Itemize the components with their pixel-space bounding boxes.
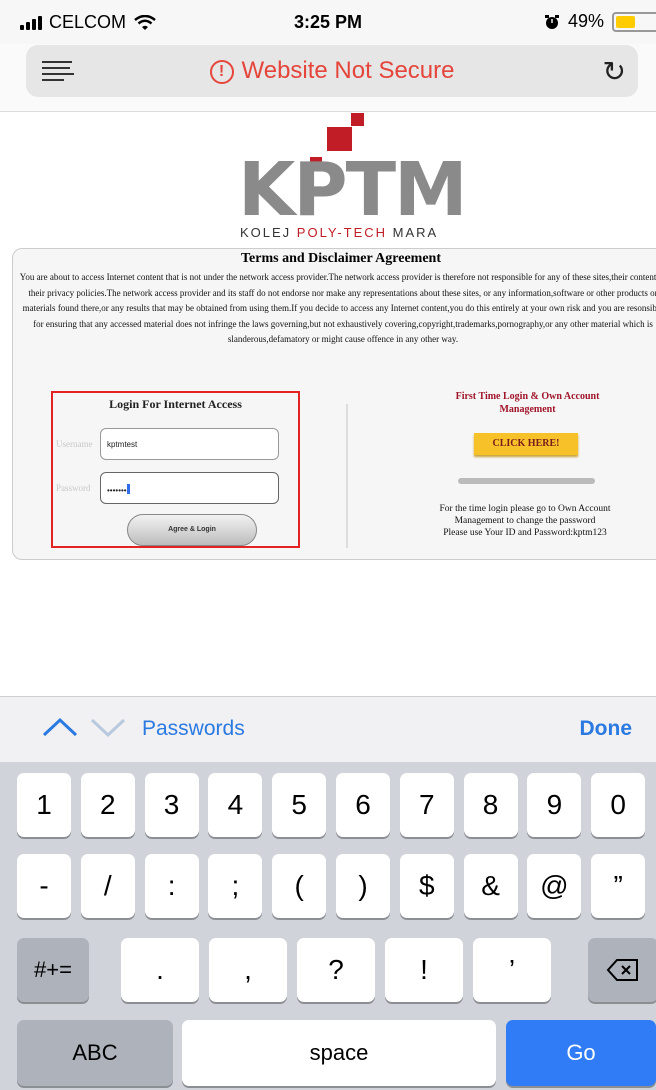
battery-percent: 49% (567, 11, 604, 31)
key-symbol-8[interactable]: @ (527, 854, 582, 918)
chevron-up-icon[interactable] (42, 715, 78, 739)
backspace-icon[interactable] (588, 938, 656, 1002)
key-punct-4[interactable]: ’ (473, 938, 551, 1002)
username-label: Username (56, 439, 93, 449)
chevron-down-icon[interactable] (90, 715, 126, 739)
key-symbol-9[interactable]: ” (591, 854, 646, 918)
key-symbol-1[interactable]: / (80, 854, 135, 918)
key-symbol-6[interactable]: $ (399, 854, 454, 918)
first-time-note: For the time login please go to Own Acco… (439, 504, 611, 538)
key-symbol-2[interactable]: : (144, 854, 199, 918)
address-bar[interactable]: ! Website Not Secure ↻ (26, 45, 638, 97)
reload-icon[interactable]: ↻ (603, 55, 626, 88)
logo-text: KPTM (238, 147, 468, 233)
key-space[interactable]: space (182, 1020, 496, 1086)
key-symbol-4[interactable]: ( (272, 854, 327, 918)
text-caret (126, 484, 130, 494)
logo-subtitle: KOLEJ POLY-TECH MARA (240, 225, 439, 240)
key-0[interactable]: 0 (591, 773, 646, 837)
keyboard: 1 2 3 4 5 6 7 8 9 0 - /:;() $ & @” #+=.,?!’ ABC space Go (0, 762, 656, 1090)
key-symbol-7[interactable]: & (463, 854, 518, 918)
key-8[interactable]: 8 (463, 773, 518, 837)
click-here-button[interactable]: CLICK HERE! (474, 433, 578, 455)
passwords-button[interactable]: Passwords (142, 717, 245, 741)
password-label: Password (56, 483, 91, 493)
separator-bar (458, 478, 595, 484)
key-punct-0[interactable]: . (121, 938, 199, 1002)
key-abc[interactable]: ABC (17, 1020, 173, 1086)
status-bar: CELCOM 3:25 PM 49% (0, 0, 656, 44)
password-field[interactable]: ••••••• (100, 472, 279, 504)
key-punct-2[interactable]: ? (297, 938, 375, 1002)
terms-text: You are about to access Internet content… (19, 272, 656, 344)
key-9[interactable]: 9 (527, 773, 582, 837)
done-button[interactable]: Done (580, 717, 633, 741)
key-1[interactable]: 1 (17, 773, 71, 837)
battery-group: 49% (544, 11, 656, 32)
alarm-icon (544, 14, 559, 29)
key-symbol-3[interactable]: ; (208, 854, 263, 918)
username-field[interactable]: kptmtest (100, 428, 279, 460)
key-6[interactable]: 6 (336, 773, 390, 837)
url-display[interactable]: ! Website Not Secure (26, 57, 638, 85)
login-title: Login For Internet Access (109, 397, 242, 411)
logo-square-1 (351, 113, 364, 126)
key-symbol-0[interactable]: - (17, 854, 71, 918)
key-more-symbols[interactable]: #+= (17, 938, 89, 1002)
agree-login-button[interactable]: Agree & Login (127, 514, 257, 546)
panel-divider (346, 404, 348, 548)
kptm-logo: KPTM KOLEJ POLY-TECH MARA (238, 113, 468, 243)
key-punct-1[interactable]: , (209, 938, 287, 1002)
key-4[interactable]: 4 (208, 773, 263, 837)
key-go[interactable]: Go (506, 1020, 656, 1086)
warning-icon: ! (209, 60, 234, 84)
login-panel: Login For Internet Access Username kptmt… (51, 391, 300, 548)
key-3[interactable]: 3 (144, 773, 199, 837)
battery-icon (612, 11, 656, 32)
first-time-title: First Time Login & Own Account Managemen… (455, 391, 600, 415)
terms-title: Terms and Disclaimer Agreement (241, 251, 441, 266)
key-5[interactable]: 5 (272, 773, 327, 837)
keyboard-accessory-bar: Passwords Done (0, 696, 656, 762)
key-punct-3[interactable]: ! (385, 938, 463, 1002)
key-7[interactable]: 7 (399, 773, 454, 837)
battery-level (616, 15, 635, 28)
password-value: ••••••• (107, 486, 127, 495)
key-2[interactable]: 2 (80, 773, 135, 837)
url-text: Website Not Secure (241, 57, 455, 84)
key-symbol-5[interactable]: ) (336, 854, 390, 918)
